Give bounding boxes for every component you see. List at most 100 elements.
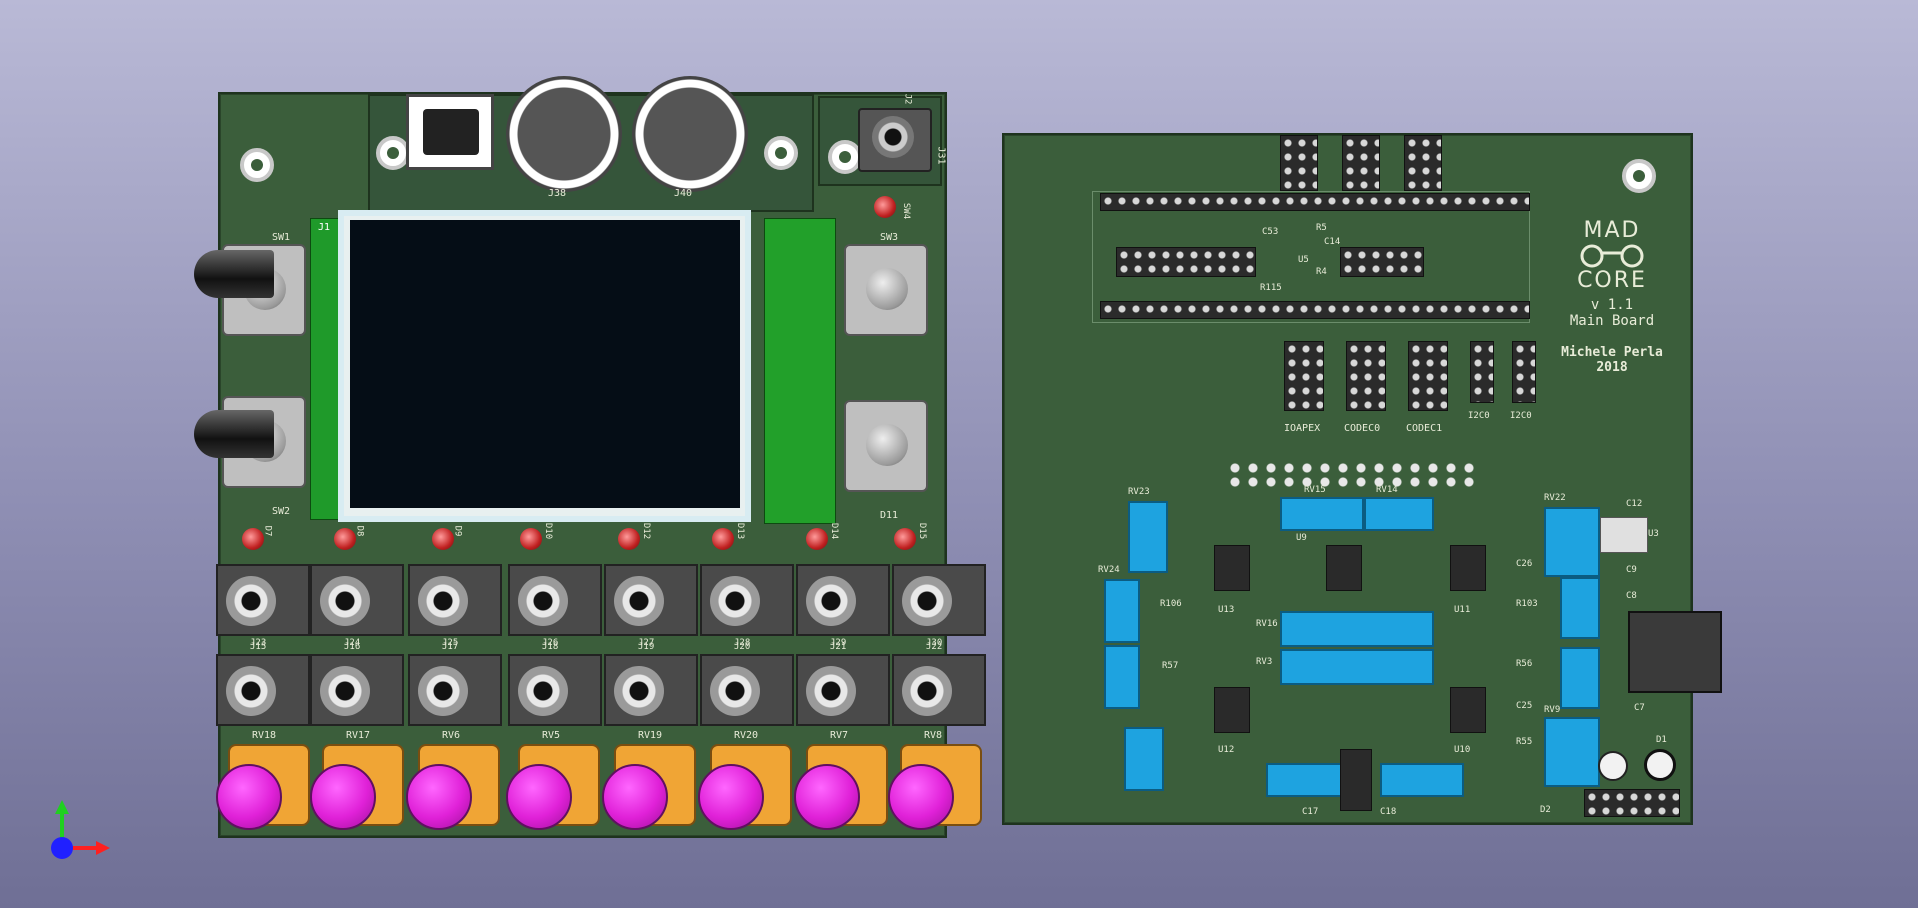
trimmer-left-lower[interactable] xyxy=(1124,727,1164,791)
audio-jack-j30[interactable] xyxy=(892,564,986,636)
j15-label: J15 xyxy=(250,642,267,652)
header-label-i2c0-a: I2C0 xyxy=(1468,411,1490,421)
encoder-sw3[interactable] xyxy=(844,244,928,336)
trimmer-bottom-b[interactable] xyxy=(1380,763,1464,797)
j21-label: J21 xyxy=(830,642,847,652)
led-d9 xyxy=(432,528,454,550)
header-codec0[interactable] xyxy=(1346,341,1386,411)
pot-knob-icon[interactable] xyxy=(888,764,954,830)
long-pin-header-bottom xyxy=(1100,301,1530,319)
audio-jack-j24[interactable] xyxy=(310,564,404,636)
header-codec1[interactable] xyxy=(1408,341,1448,411)
trimmer-right-mid[interactable] xyxy=(1560,577,1600,639)
pot-knob-icon[interactable] xyxy=(602,764,668,830)
ic-u9 xyxy=(1326,545,1362,591)
long-pin-header-top xyxy=(1100,193,1530,211)
header-i2c0-b[interactable] xyxy=(1512,341,1536,403)
u3-label: U3 xyxy=(1648,529,1659,539)
ic-u13 xyxy=(1214,545,1250,591)
encoder-sw4[interactable] xyxy=(844,400,928,492)
trimmer-rv23[interactable] xyxy=(1128,501,1168,573)
capacitor-c3 xyxy=(1644,749,1676,781)
led-d12 xyxy=(618,528,640,550)
trimmer-right-mid-2[interactable] xyxy=(1560,647,1600,709)
led-d10 xyxy=(520,528,542,550)
r106-label: R106 xyxy=(1160,599,1182,609)
year-label: 2018 xyxy=(1596,360,1628,375)
audio-jack-j17[interactable] xyxy=(408,654,502,726)
trimmer-bottom-a[interactable] xyxy=(1266,763,1346,797)
d12-label: D12 xyxy=(641,522,652,540)
board-name-label: Main Board xyxy=(1569,313,1655,329)
r103-label: R103 xyxy=(1516,599,1538,609)
pot-knob-icon[interactable] xyxy=(406,764,472,830)
header-ioapex[interactable] xyxy=(1284,341,1324,411)
jack-socket-icon xyxy=(902,576,952,626)
led-d14 xyxy=(806,528,828,550)
pot-knob-icon[interactable] xyxy=(794,764,860,830)
header-label-codec0: CODEC0 xyxy=(1344,423,1381,434)
usb-b-connector[interactable] xyxy=(406,94,494,170)
pot-knob-icon[interactable] xyxy=(216,764,282,830)
encoder-knob-sw1[interactable] xyxy=(194,250,274,298)
j18-label: J18 xyxy=(542,642,559,652)
trimmer-rv24[interactable] xyxy=(1104,579,1140,643)
left-pcb-board[interactable]: J38 J40 J31 J2 SW4 J1 SW1 SW2 SW3 D11 D7… xyxy=(194,76,986,838)
rv20-label: RV20 xyxy=(734,730,759,741)
trimmer-rv22[interactable] xyxy=(1544,507,1600,577)
rv9-label: RV9 xyxy=(1544,705,1561,715)
rv7-label: RV7 xyxy=(830,730,849,741)
audio-jack-j29[interactable] xyxy=(796,564,890,636)
jack-socket-icon xyxy=(710,576,760,626)
jack-socket-icon xyxy=(320,576,370,626)
lcd-display[interactable] xyxy=(338,210,751,522)
audio-jack-j27[interactable] xyxy=(604,564,698,636)
encoder-knob-sw2[interactable] xyxy=(194,410,274,458)
trimmer-rv3[interactable] xyxy=(1280,649,1434,685)
j22-label: J22 xyxy=(926,642,943,652)
j31-label: J31 xyxy=(935,146,947,165)
j17-label: J17 xyxy=(442,642,459,652)
right-pcb-board[interactable]: C53 R5 C14 U5 R4 R115 IOAPEX CODEC0 CODE… xyxy=(1002,133,1722,825)
audio-jack-j21[interactable] xyxy=(796,654,890,726)
ic-u12 xyxy=(1214,687,1250,733)
mounting-hole-icon xyxy=(240,148,274,182)
trimmer-rv9[interactable] xyxy=(1544,717,1600,787)
jack-socket-icon xyxy=(614,666,664,716)
audio-jack-j28[interactable] xyxy=(700,564,794,636)
header-label-i2c0-b: I2C0 xyxy=(1510,411,1532,421)
audio-jack-j19[interactable] xyxy=(604,654,698,726)
jack-socket-icon xyxy=(614,576,664,626)
audio-jack-j31[interactable] xyxy=(858,108,932,172)
audio-jack-j16[interactable] xyxy=(310,654,404,726)
brand-block: MAD CORE v 1.1 Main Board Michele Perla … xyxy=(1552,219,1672,379)
j1-label: J1 xyxy=(318,222,331,233)
u12-label: U12 xyxy=(1218,745,1235,755)
r4-label: R4 xyxy=(1316,267,1327,277)
trimmer-rv16[interactable] xyxy=(1280,611,1434,647)
version-label: v 1.1 xyxy=(1590,297,1634,313)
audio-jack-j26[interactable] xyxy=(508,564,602,636)
pot-knob-icon[interactable] xyxy=(310,764,376,830)
audio-jack-j23[interactable] xyxy=(216,564,310,636)
trimmer-rv15[interactable] xyxy=(1280,497,1364,531)
trimmer-rv14[interactable] xyxy=(1364,497,1434,531)
pot-knob-icon[interactable] xyxy=(698,764,764,830)
ic-center-bottom xyxy=(1340,749,1372,811)
audio-jack-j15[interactable] xyxy=(216,654,310,726)
via-row-top xyxy=(1226,461,1476,489)
audio-jack-j22[interactable] xyxy=(892,654,986,726)
audio-jack-j25[interactable] xyxy=(408,564,502,636)
xyz-axis-icon xyxy=(44,796,116,868)
midi-din-connector-j40[interactable]: J40 xyxy=(632,76,748,199)
power-connector[interactable] xyxy=(1628,611,1722,693)
author-label: Michele Perla xyxy=(1561,345,1663,360)
pot-knob-icon[interactable] xyxy=(506,764,572,830)
audio-jack-j18[interactable] xyxy=(508,654,602,726)
rv23-label: RV23 xyxy=(1128,487,1150,497)
trimmer-rv1[interactable] xyxy=(1104,645,1140,709)
audio-jack-j20[interactable] xyxy=(700,654,794,726)
midi-din-connector-j38[interactable]: J38 xyxy=(506,76,622,199)
jack-socket-icon xyxy=(710,666,760,716)
header-i2c0-a[interactable] xyxy=(1470,341,1494,403)
